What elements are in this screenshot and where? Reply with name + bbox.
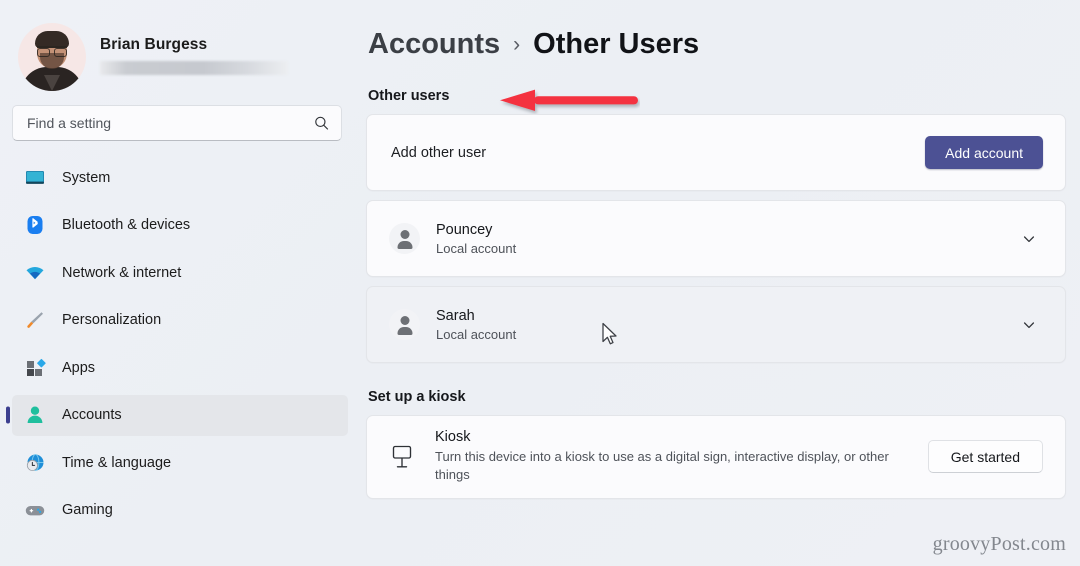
sidebar-item-label: Apps <box>62 359 96 376</box>
breadcrumb-accounts-link[interactable]: Accounts <box>368 28 500 61</box>
avatar <box>18 23 86 91</box>
monitor-icon <box>24 167 46 189</box>
user-name: Pouncey <box>436 221 493 238</box>
sidebar-item-label: Personalization <box>62 312 162 328</box>
chevron-down-icon[interactable] <box>1021 231 1037 247</box>
profile-email-redacted <box>100 60 288 75</box>
user-account-type: Local account <box>436 240 517 256</box>
profile-name: Brian Burgess <box>100 35 208 53</box>
kiosk-description: Turn this device into a kiosk to use as … <box>435 449 889 483</box>
page-title: Other Users <box>533 28 700 60</box>
chevron-down-icon[interactable] <box>1021 317 1037 333</box>
settings-window: Brian Burgess Find a setting System Blue… <box>0 0 1080 566</box>
search-icon <box>314 116 329 131</box>
sidebar-item-personalization[interactable]: Personalization <box>12 300 348 341</box>
sidebar-item-apps[interactable]: Apps <box>12 347 348 388</box>
apps-blocks-icon <box>24 357 46 379</box>
bluetooth-icon <box>24 214 46 236</box>
sidebar-item-accounts[interactable]: Accounts <box>6 394 348 436</box>
person-avatar-icon <box>389 223 420 254</box>
breadcrumb: Accounts › Other Users <box>366 28 1066 61</box>
kiosk-card: Kiosk Turn this device into a kiosk to u… <box>366 415 1066 499</box>
wifi-icon <box>24 262 46 284</box>
kiosk-display-icon <box>387 442 417 472</box>
user-account-row[interactable]: Pouncey Local account <box>366 200 1066 277</box>
kiosk-title: Kiosk <box>435 429 471 445</box>
sidebar-item-label: Gaming <box>62 502 113 518</box>
sidebar-item-gaming[interactable]: Gaming <box>12 490 348 531</box>
add-other-user-label: Add other user <box>391 144 487 161</box>
sidebar-item-label: System <box>62 169 111 186</box>
add-other-user-card: Add other user Add account <box>366 114 1066 191</box>
search-input[interactable]: Find a setting <box>12 105 342 141</box>
user-account-type: Local account <box>436 326 517 342</box>
chevron-right-icon: › <box>513 32 521 56</box>
kiosk-section-label: Set up a kiosk <box>368 389 466 405</box>
get-started-button[interactable]: Get started <box>927 440 1043 474</box>
other-users-section-label: Other users <box>368 88 450 104</box>
watermark: groovyPost.com <box>932 533 1066 555</box>
main-content: Accounts › Other Users Other users Add o… <box>360 0 1080 566</box>
search-placeholder: Find a setting <box>27 115 112 131</box>
user-name: Sarah <box>436 307 475 324</box>
sidebar-item-label: Bluetooth & devices <box>62 217 191 233</box>
person-avatar-icon <box>389 309 420 340</box>
sidebar-item-label: Time & language <box>62 454 172 471</box>
sidebar-item-label: Network & internet <box>62 264 182 281</box>
sidebar-nav: System Bluetooth & devices Network & int… <box>0 141 360 531</box>
sidebar: Brian Burgess Find a setting System Blue… <box>0 0 360 566</box>
sidebar-item-network-internet[interactable]: Network & internet <box>12 252 348 293</box>
sidebar-item-bluetooth-devices[interactable]: Bluetooth & devices <box>12 205 348 246</box>
user-profile[interactable]: Brian Burgess <box>0 0 360 92</box>
add-account-button[interactable]: Add account <box>925 136 1043 169</box>
user-account-row[interactable]: Sarah Local account <box>366 286 1066 363</box>
gamepad-icon <box>24 499 46 521</box>
sidebar-item-system[interactable]: System <box>12 157 348 198</box>
selection-indicator <box>6 406 10 424</box>
clock-globe-icon <box>24 452 46 474</box>
paintbrush-icon <box>24 309 46 331</box>
sidebar-item-time-language[interactable]: Time & language <box>12 442 348 483</box>
person-icon <box>24 404 46 426</box>
sidebar-item-label: Accounts <box>62 407 122 423</box>
